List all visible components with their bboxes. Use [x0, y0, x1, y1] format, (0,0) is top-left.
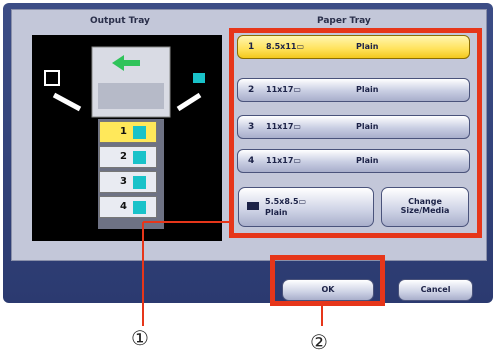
bin-4[interactable]: 4	[99, 196, 157, 218]
bin-3-icon	[133, 176, 146, 189]
bin-1-icon	[133, 126, 146, 139]
callout-1: ①	[131, 326, 149, 350]
paper-tray-highlight	[229, 28, 482, 238]
ok-button-highlight	[270, 255, 385, 306]
left-exit-icon	[44, 70, 60, 86]
bin-3-label: 3	[120, 176, 127, 187]
bin-2-label: 2	[120, 151, 127, 162]
bin-1-label: 1	[120, 126, 127, 137]
copier-display	[98, 83, 164, 109]
output-tray-title: Output Tray	[90, 16, 150, 26]
left-arm-shape	[52, 92, 82, 112]
right-exit-icon	[193, 73, 205, 83]
cancel-button[interactable]: Cancel	[398, 279, 473, 301]
bin-4-icon	[133, 201, 146, 214]
bin-2-icon	[133, 151, 146, 164]
callout-2: ②	[310, 330, 328, 354]
paper-tray-title: Paper Tray	[317, 16, 371, 26]
bin-2[interactable]: 2	[99, 146, 157, 168]
output-tray-diagram: 1 2 3 4	[32, 35, 222, 241]
right-arm-shape	[176, 92, 202, 112]
bin-4-label: 4	[120, 201, 127, 212]
bin-1[interactable]: 1	[99, 121, 157, 143]
bin-3[interactable]: 3	[99, 171, 157, 193]
